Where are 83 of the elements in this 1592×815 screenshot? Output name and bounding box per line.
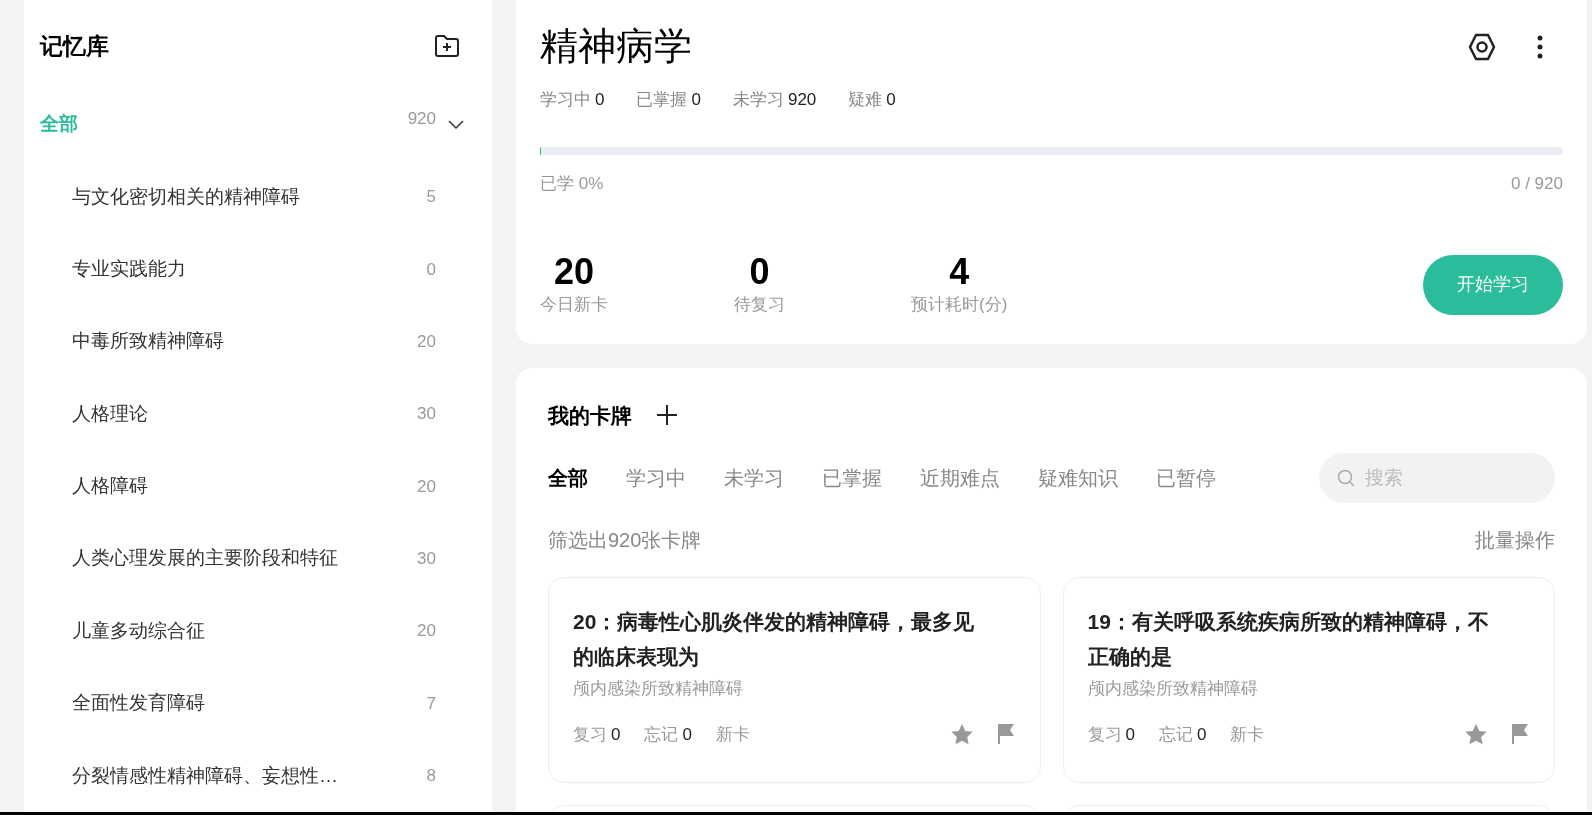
plus-icon[interactable]: [656, 404, 678, 427]
filter-tab[interactable]: 学习中: [626, 463, 686, 493]
card-stat-value: 0: [1125, 723, 1135, 746]
sidebar-title: 记忆库: [40, 32, 109, 61]
chevron-icon[interactable]: [448, 119, 464, 130]
search-icon: [1337, 469, 1355, 487]
category-label: 人类心理发展的主要阶段和特征: [72, 546, 339, 571]
category-label: 专业实践能力: [72, 257, 187, 282]
summary-value: 0: [749, 252, 770, 292]
card-stat-value: 0: [611, 723, 621, 746]
category-label: 中毒所致精神障碍: [72, 329, 225, 354]
category-count: 920: [407, 107, 436, 130]
sidebar-item[interactable]: 人类心理发展的主要阶段和特征 30: [24, 522, 492, 595]
filter-tab[interactable]: 全部: [548, 463, 588, 493]
sidebar-item[interactable]: 与文化密切相关的精神障碍 5: [24, 160, 492, 234]
deck-title: 精神病学: [540, 24, 692, 69]
category-label: 与文化密切相关的精神障碍: [72, 184, 301, 209]
star-icon[interactable]: [1464, 722, 1488, 746]
summary-value: 20: [553, 252, 594, 292]
filter-tab[interactable]: 未学习: [724, 463, 784, 493]
filter-tab[interactable]: 已掌握: [822, 463, 882, 493]
panel-title: 我的卡牌: [548, 402, 632, 429]
filter-result-text: 筛选出920张卡牌: [548, 528, 702, 553]
card-title: 20：病毒性心肌炎伴发的精神障碍，最多见的临床表现为: [573, 609, 976, 670]
card-stat-label: 复习: [1087, 723, 1122, 746]
card-category: 颅内感染所致精神障碍: [573, 678, 744, 700]
summary-value: 4: [949, 252, 970, 292]
category-count: 30: [417, 403, 436, 426]
card-status: 新卡: [1230, 723, 1265, 746]
settings-icon[interactable]: [1467, 31, 1497, 62]
stat-label: 未学习: [732, 89, 784, 111]
sidebar-item[interactable]: 分裂情感性精神障碍、妄想性… 8: [24, 739, 492, 812]
card-category: 颅内感染所致精神障碍: [1087, 678, 1259, 700]
category-label: 儿童多动综合征: [72, 618, 206, 643]
category-count: 7: [426, 692, 436, 715]
sidebar-item[interactable]: 专业实践能力 0: [24, 233, 492, 306]
flag-icon[interactable]: [1510, 723, 1530, 746]
sidebar-item[interactable]: 儿童多动综合征 20: [24, 594, 492, 668]
category-count: 8: [426, 765, 436, 787]
filter-tab[interactable]: 疑难知识: [1038, 463, 1118, 493]
category-count: 20: [417, 620, 436, 643]
category-count: 5: [426, 186, 436, 209]
progress-label: 已学 0%: [540, 172, 604, 195]
summary-label: 今日新卡: [540, 294, 608, 316]
stat-value: 0: [595, 89, 605, 111]
flashcard[interactable]: 20：病毒性心肌炎伴发的精神障碍，最多见的临床表现为 颅内感染所致精神障碍 复习 0 忘记 0 新卡: [548, 577, 1041, 783]
flashcard[interactable]: 19：有关呼吸系统疾病所致的精神障碍，不正确的是 颅内感染所致精神障碍 复习 0 忘记 0 新卡: [1062, 577, 1555, 783]
sidebar-item[interactable]: 中毒所致精神障碍 20: [24, 305, 492, 378]
stat-label: 已掌握: [636, 89, 688, 111]
category-label: 全部: [40, 112, 79, 137]
filter-tab[interactable]: 已暂停: [1156, 463, 1216, 493]
card-stat-value: 0: [1196, 723, 1207, 746]
summary-label: 待复习: [734, 294, 785, 316]
stat-value: 920: [787, 89, 817, 111]
category-label: 人格障碍: [72, 474, 149, 499]
star-icon[interactable]: [949, 722, 974, 746]
category-count: 20: [417, 330, 436, 353]
stat-label: 学习中: [540, 89, 591, 111]
category-label: 人格理论: [72, 401, 149, 426]
card-status: 新卡: [715, 723, 750, 746]
card-stat-label: 忘记: [1158, 723, 1193, 746]
stat-label: 疑难: [848, 89, 883, 111]
sidebar-item[interactable]: 全面性发育障碍 7: [24, 667, 492, 740]
card-stat-value: 0: [682, 723, 692, 746]
card-stat-label: 忘记: [644, 723, 679, 746]
more-icon[interactable]: [1537, 34, 1543, 59]
summary-label: 预计耗时(分): [911, 294, 1008, 316]
sidebar-item[interactable]: 人格障碍 20: [24, 450, 492, 523]
card-title: 19：有关呼吸系统疾病所致的精神障碍，不正确的是: [1087, 609, 1490, 670]
category-label: 全面性发育障碍: [72, 691, 206, 716]
filter-tab[interactable]: 近期难点: [920, 463, 1000, 493]
add-folder-icon[interactable]: [434, 34, 460, 59]
flag-icon[interactable]: [995, 723, 1016, 746]
category-label: 分裂情感性精神障碍、妄想性…: [72, 763, 339, 788]
progress-reading: 0 / 920: [1511, 172, 1563, 195]
card-stat-label: 复习: [573, 723, 607, 746]
bulk-action-link[interactable]: 批量操作: [1475, 525, 1555, 555]
sidebar-item[interactable]: 人格理论 30: [24, 377, 492, 451]
stat-value: 0: [886, 89, 896, 111]
category-count: 20: [417, 475, 436, 498]
category-count: 0: [426, 258, 436, 281]
category-count: 30: [417, 548, 436, 570]
stat-value: 0: [691, 89, 701, 111]
